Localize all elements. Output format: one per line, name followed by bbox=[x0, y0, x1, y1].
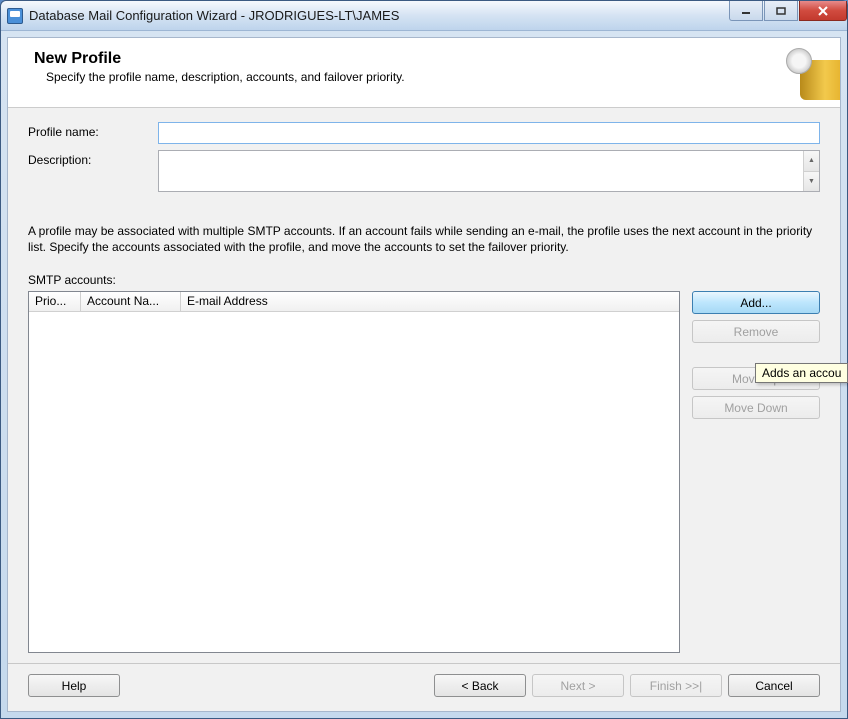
wizard-header: New Profile Specify the profile name, de… bbox=[8, 38, 840, 108]
content-area: New Profile Specify the profile name, de… bbox=[7, 37, 841, 712]
next-button[interactable]: Next > bbox=[532, 674, 624, 697]
move-down-button[interactable]: Move Down bbox=[692, 396, 820, 419]
profile-name-row: Profile name: bbox=[28, 122, 820, 144]
smtp-accounts-grid[interactable]: Prio... Account Na... E-mail Address bbox=[28, 291, 680, 653]
footer-divider bbox=[8, 663, 840, 664]
col-email[interactable]: E-mail Address bbox=[181, 292, 679, 311]
wizard-window: Database Mail Configuration Wizard - JRO… bbox=[0, 0, 848, 719]
app-icon bbox=[7, 8, 23, 24]
footer-buttons: Help < Back Next > Finish >>| Cancel bbox=[28, 674, 820, 705]
page-title: New Profile bbox=[34, 50, 822, 68]
description-wrap: ▲ ▼ bbox=[158, 150, 820, 192]
profile-name-input[interactable] bbox=[158, 122, 820, 144]
description-label: Description: bbox=[28, 150, 158, 167]
grid-body[interactable] bbox=[29, 312, 679, 652]
side-buttons: Add... Remove Move Up Move Down bbox=[692, 291, 820, 653]
close-icon bbox=[817, 6, 829, 16]
close-button[interactable] bbox=[799, 1, 847, 21]
minimize-button[interactable] bbox=[729, 1, 763, 21]
grid-header: Prio... Account Na... E-mail Address bbox=[29, 292, 679, 312]
description-input[interactable] bbox=[159, 151, 803, 191]
scroll-down-button[interactable]: ▼ bbox=[804, 172, 819, 192]
remove-button[interactable]: Remove bbox=[692, 320, 820, 343]
minimize-icon bbox=[741, 7, 751, 15]
wizard-body: Profile name: Description: ▲ ▼ A profile… bbox=[8, 108, 840, 711]
maximize-icon bbox=[776, 7, 786, 15]
gear-icon bbox=[786, 48, 812, 74]
add-button[interactable]: Add... bbox=[692, 291, 820, 314]
header-graphic bbox=[780, 48, 840, 103]
window-title: Database Mail Configuration Wizard - JRO… bbox=[29, 8, 728, 23]
cancel-button[interactable]: Cancel bbox=[728, 674, 820, 697]
page-subtitle: Specify the profile name, description, a… bbox=[46, 70, 822, 84]
accounts-row: Prio... Account Na... E-mail Address Add… bbox=[28, 291, 820, 653]
add-button-tooltip: Adds an accou bbox=[755, 363, 848, 383]
info-text: A profile may be associated with multipl… bbox=[28, 224, 820, 255]
profile-name-label: Profile name: bbox=[28, 122, 158, 139]
col-account-name[interactable]: Account Na... bbox=[81, 292, 181, 311]
smtp-section-label: SMTP accounts: bbox=[28, 273, 820, 287]
col-priority[interactable]: Prio... bbox=[29, 292, 81, 311]
description-row: Description: ▲ ▼ bbox=[28, 150, 820, 192]
description-scroll: ▲ ▼ bbox=[803, 151, 819, 191]
titlebar[interactable]: Database Mail Configuration Wizard - JRO… bbox=[1, 1, 847, 31]
finish-button[interactable]: Finish >>| bbox=[630, 674, 722, 697]
help-button[interactable]: Help bbox=[28, 674, 120, 697]
back-button[interactable]: < Back bbox=[434, 674, 526, 697]
maximize-button[interactable] bbox=[764, 1, 798, 21]
scroll-up-button[interactable]: ▲ bbox=[804, 151, 819, 172]
window-controls bbox=[728, 1, 847, 30]
